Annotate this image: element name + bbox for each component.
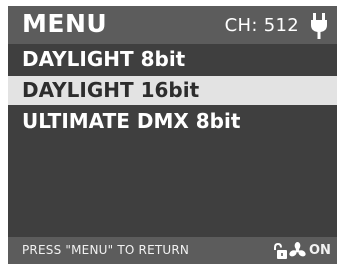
plug-icon (311, 13, 327, 39)
menu-item-ultimate-dmx-8bit[interactable]: ULTIMATE DMX 8bit (8, 107, 337, 136)
channel-readout: CH: 512 (224, 15, 299, 36)
menu-item-daylight-8bit[interactable]: DAYLIGHT 8bit (8, 45, 337, 74)
display-screen: MENU CH: 512 DAYLIGHT 8bit DAYLIGHT 16bi… (8, 6, 337, 264)
footer-bar: PRESS "MENU" TO RETURN ON (8, 237, 337, 264)
menu-item-daylight-16bit[interactable]: DAYLIGHT 16bit (8, 76, 337, 105)
fan-status: ON (309, 243, 331, 258)
header-bar: MENU CH: 512 (8, 6, 337, 44)
fan-icon (289, 242, 306, 257)
return-hint: PRESS "MENU" TO RETURN (22, 243, 190, 257)
page-title: MENU (22, 9, 108, 38)
unlocked-padlock-icon (274, 243, 287, 259)
